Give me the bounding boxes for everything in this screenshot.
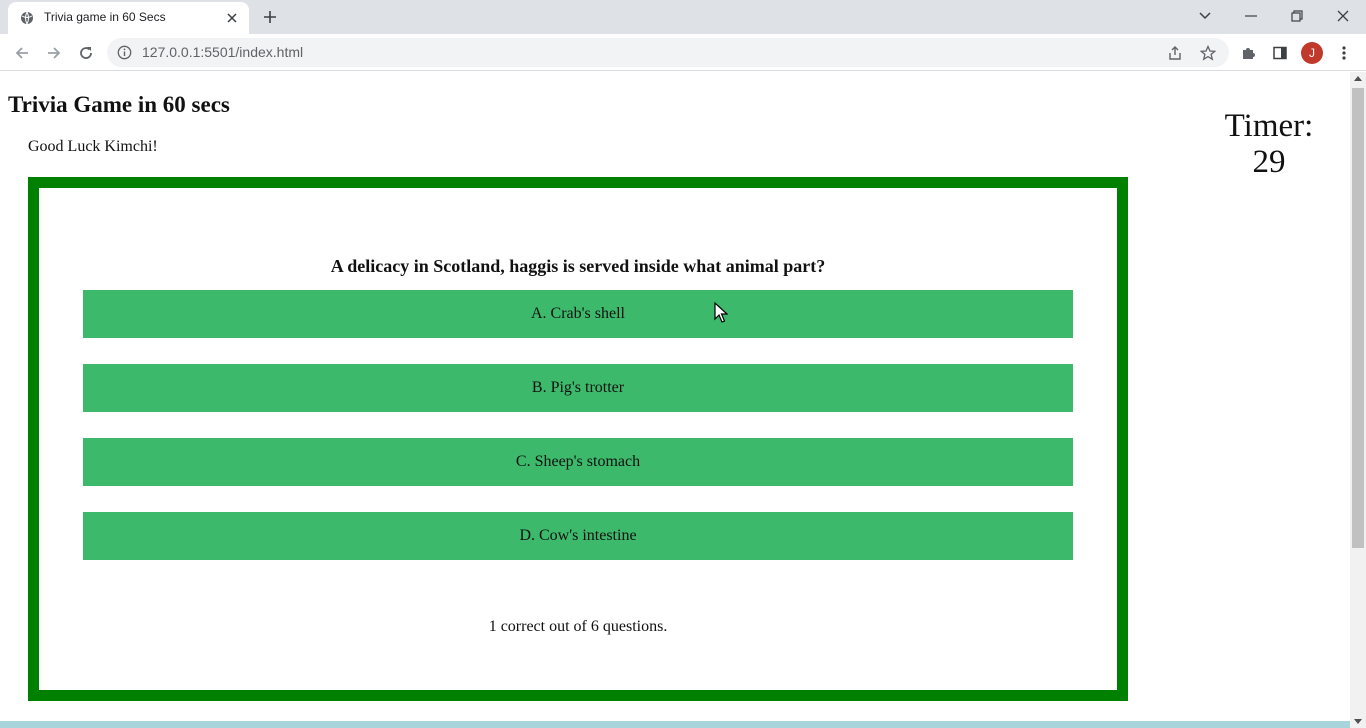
close-window-icon[interactable] (1328, 4, 1358, 28)
greeting-text: Good Luck Kimchi! (28, 138, 158, 155)
globe-icon (21, 11, 33, 25)
answer-label: C. Sheep's stomach (515, 453, 641, 470)
mouse-cursor-icon (714, 302, 728, 323)
answer-button-c[interactable]: C. Sheep's stomach (83, 438, 1073, 486)
answer-button-d[interactable]: D. Cow's intestine (83, 512, 1073, 560)
scroll-up-arrow-icon[interactable] (1354, 76, 1362, 81)
quiz-container: A delicacy in Scotland, haggis is served… (28, 177, 1128, 701)
answer-label: B. Pig's trotter (531, 379, 625, 396)
page-title: Trivia Game in 60 secs (8, 92, 230, 117)
browser-tab-strip: Trivia game in 60 Secs (0, 0, 1366, 34)
close-tab-icon[interactable] (224, 10, 240, 26)
score-text: 1 correct out of 6 questions. (488, 618, 668, 635)
share-icon[interactable] (1165, 43, 1185, 63)
timer-label: Timer: (1224, 108, 1314, 144)
browser-toolbar: 127.0.0.1:5501/index.html J (0, 34, 1366, 71)
url-text: 127.0.0.1:5501/index.html (142, 44, 304, 60)
side-panel-icon[interactable] (1269, 42, 1291, 64)
site-info-icon[interactable] (117, 45, 132, 60)
page-scrollbar[interactable] (1350, 72, 1366, 728)
back-icon[interactable] (9, 40, 35, 66)
timer: Timer: 29 (1190, 108, 1348, 180)
scroll-down-arrow-icon[interactable] (1354, 719, 1362, 724)
forward-icon[interactable] (41, 40, 67, 66)
page-viewport: Trivia Game in 60 secs Good Luck Kimchi!… (0, 72, 1350, 728)
new-tab-icon[interactable] (259, 6, 281, 28)
minimize-icon[interactable] (1236, 4, 1266, 28)
bookmark-star-icon[interactable] (1198, 43, 1218, 63)
tab-search-icon[interactable] (1190, 4, 1220, 28)
question-text: A delicacy in Scotland, haggis is served… (330, 256, 826, 276)
answer-label: D. Cow's intestine (519, 527, 637, 544)
reload-icon[interactable] (73, 40, 99, 66)
restore-icon[interactable] (1282, 4, 1312, 28)
browser-tab[interactable]: Trivia game in 60 Secs (8, 2, 249, 34)
answer-label: A. Crab's shell (531, 305, 625, 322)
menu-kebab-icon[interactable] (1333, 42, 1355, 64)
address-bar[interactable]: 127.0.0.1:5501/index.html (107, 38, 1229, 67)
timer-value: 29 (1252, 144, 1286, 180)
extensions-puzzle-icon[interactable] (1237, 42, 1259, 64)
profile-avatar[interactable]: J (1301, 42, 1323, 64)
answer-button-a[interactable]: A. Crab's shell (83, 290, 1073, 338)
footer-strip (0, 721, 1350, 728)
scrollbar-thumb[interactable] (1352, 88, 1364, 548)
tab-title: Trivia game in 60 Secs (44, 10, 166, 24)
answer-button-b[interactable]: B. Pig's trotter (83, 364, 1073, 412)
